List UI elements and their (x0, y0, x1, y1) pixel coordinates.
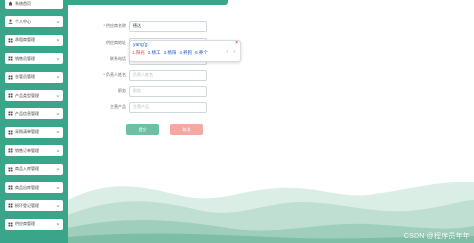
position-input[interactable]: 职务 (129, 85, 207, 97)
sidebar-item[interactable]: 产品类型管理 (5, 90, 63, 101)
grid-icon (8, 75, 13, 80)
contact-name-input[interactable]: 负责人姓名 (129, 69, 207, 81)
main-products-input[interactable]: 主营产品 (129, 101, 207, 113)
grid-icon (8, 130, 13, 135)
sidebar-item-label: 商品入库管理 (15, 166, 39, 172)
chevron-down-icon (55, 167, 60, 172)
sidebar-item[interactable]: 供应商管理 (5, 218, 63, 230)
chevron-down-icon (55, 38, 60, 43)
sidebar-item-label: 销售订单管理 (15, 147, 39, 153)
sidebar-item-label: 商品出库管理 (15, 184, 39, 190)
chevron-right-icon[interactable]: › (233, 49, 235, 55)
chevron-down-icon (55, 185, 60, 190)
grid-icon (8, 148, 13, 153)
chevron-down-icon (55, 19, 60, 24)
sidebar-item-label: 产品信息管理 (15, 110, 39, 116)
sidebar-item-label: 销售员管理 (15, 55, 35, 61)
home-icon (8, 1, 13, 6)
field-label: 职务 (118, 88, 126, 93)
sidebar-item[interactable]: 个人中心 (5, 16, 63, 28)
chevron-down-icon (55, 222, 60, 227)
sidebar-item[interactable]: 商品入库管理 (5, 163, 63, 175)
grid-icon (8, 38, 13, 43)
chevron-down-icon (55, 75, 60, 80)
sidebar: 系统首页个人中心承租商管理销售员管理仓管员管理产品类型管理 产品信息管理 采购清单管… (0, 0, 68, 243)
sidebar-item[interactable]: 销售订单管理 (5, 145, 63, 157)
grid-icon (8, 167, 13, 172)
grid-icon (8, 185, 13, 190)
grid-icon (8, 93, 13, 98)
chevron-down-icon (55, 130, 60, 135)
ime-composition: yang'g (133, 42, 148, 48)
grid-icon (8, 222, 13, 227)
sidebar-item-label: 承租商管理 (15, 37, 35, 43)
cancel-button[interactable]: 取消 (170, 124, 203, 135)
field-label: 联系电话 (110, 56, 126, 61)
chevron-down-icon (55, 56, 60, 61)
ime-candidate[interactable]: 5.养个 (195, 50, 208, 56)
sidebar-item-label: 损坏登记管理 (15, 202, 39, 208)
submit-button[interactable]: 提交 (126, 124, 159, 135)
sidebar-item-label: 采购清单管理 (15, 129, 39, 135)
sidebar-item[interactable]: 仓管员管理 (5, 71, 63, 83)
sidebar-item[interactable]: 系统首页 (5, 0, 63, 9)
form-row-main-products: 主营产品 主营产品 (96, 101, 207, 113)
sidebar-item[interactable]: 商品出库管理 (5, 182, 63, 193)
ime-candidate-list: 1.阳光 2.杨工 3.杨阳 4.养狗 5.养个 (132, 50, 211, 56)
form-row-contact-name: * 负责人姓名 负责人姓名 (96, 69, 207, 81)
field-label: 供应商地址 (106, 40, 126, 45)
form-row-position: 职务 职务 (96, 85, 207, 97)
header-strip (68, 0, 228, 5)
form-row-supplier-name: * 供应商名称 德达 (96, 20, 207, 32)
supplier-name-input[interactable]: 德达 (129, 20, 207, 32)
sidebar-item[interactable]: 采购清单管理 (5, 126, 63, 138)
sidebar-item[interactable]: 损坏登记管理 (5, 200, 63, 212)
user-icon (8, 19, 13, 25)
sidebar-item-label: 仓管员管理 (15, 74, 35, 80)
chevron-down-icon (55, 148, 60, 153)
sidebar-item[interactable]: 承租商管理 (5, 34, 63, 46)
ime-candidate[interactable]: 3.杨阳 (164, 50, 177, 56)
grid-icon (8, 56, 13, 61)
ime-candidate[interactable]: 4.养狗 (179, 50, 192, 56)
field-label: 主营产品 (110, 104, 126, 109)
sidebar-item-label: 供应商管理 (15, 221, 35, 227)
field-label: * 负责人姓名 (103, 72, 126, 77)
sidebar-item-label: 产品类型管理 (15, 92, 39, 98)
sidebar-item[interactable]: 销售员管理 (5, 53, 63, 65)
grid-icon (8, 203, 13, 208)
ime-candidate[interactable]: 2.杨工 (148, 50, 161, 56)
ime-candidate-popup: yang'g × 1.阳光 2.杨工 3.杨阳 4.养狗 5.养个 ‹ › (129, 40, 241, 62)
ime-candidate[interactable]: 1.阳光 (132, 50, 145, 56)
chevron-left-icon[interactable]: ‹ (226, 49, 228, 55)
sidebar-item[interactable]: 产品信息管理 (5, 108, 63, 120)
grid-icon (8, 111, 13, 116)
chevron-down-icon (55, 111, 60, 116)
chevron-down-icon (55, 203, 60, 208)
close-icon[interactable]: × (235, 40, 238, 46)
field-label: * 供应商名称 (103, 23, 126, 28)
watermark: CSDN @程序员年年 (403, 233, 470, 240)
chevron-down-icon (55, 93, 60, 98)
mountain-background-image (68, 181, 474, 243)
sidebar-item-label: 个人中心 (15, 18, 31, 24)
sidebar-item-label: 系统首页 (15, 0, 31, 6)
